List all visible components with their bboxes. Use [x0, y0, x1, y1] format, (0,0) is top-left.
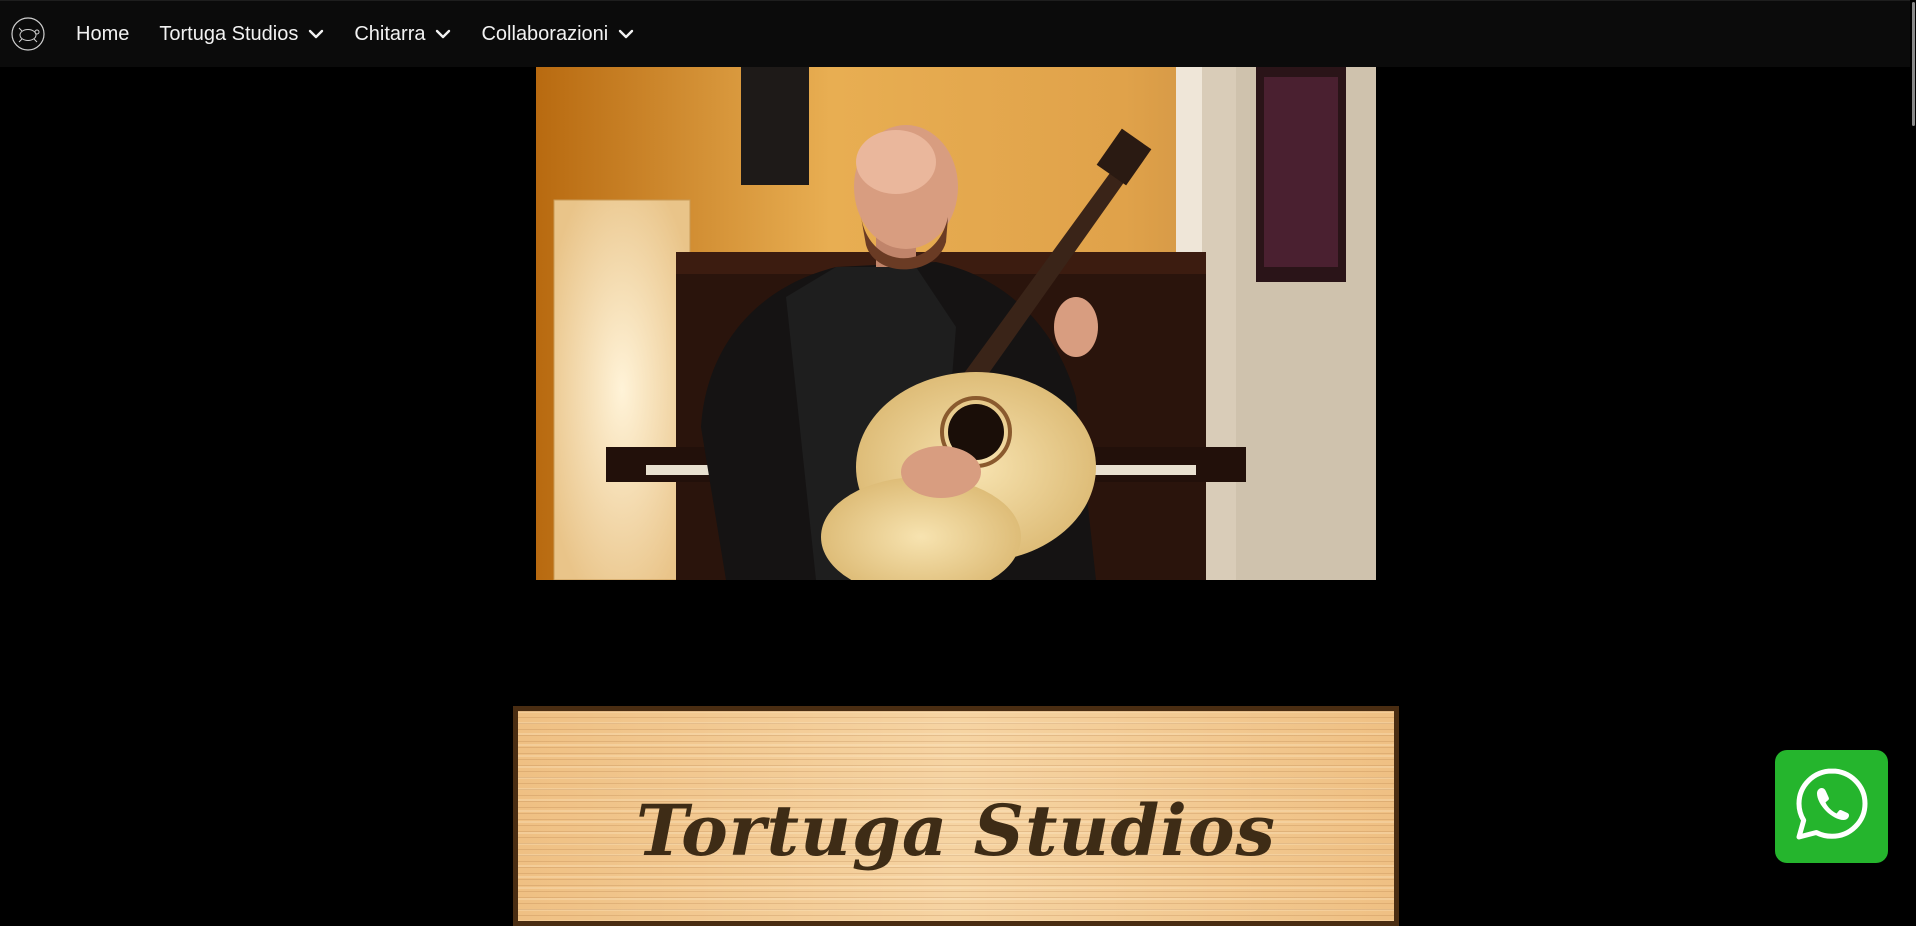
banner-wood-panel: Tortuga Studios — [518, 711, 1394, 921]
guitarist-photo — [536, 67, 1376, 580]
scrollbar-thumb[interactable] — [1912, 2, 1915, 126]
nav-home-label: Home — [76, 22, 130, 45]
chevron-down-icon — [308, 29, 324, 39]
nav-collaborazioni-label: Collaborazioni — [481, 22, 609, 45]
whatsapp-button[interactable] — [1775, 750, 1888, 863]
page-scrollbar[interactable] — [1910, 0, 1916, 912]
top-navbar: Home Tortuga Studios Chitarra Collaboraz… — [0, 0, 1910, 67]
nav-chitarra-label: Chitarra — [354, 22, 426, 45]
whatsapp-icon — [1794, 766, 1870, 847]
nav-tortuga-studios-label: Tortuga Studios — [159, 22, 299, 45]
tortuga-studios-banner: Tortuga Studios — [513, 706, 1399, 926]
nav-chitarra[interactable]: Chitarra — [354, 23, 451, 46]
banner-title: Tortuga Studios — [636, 789, 1276, 872]
nav-home[interactable]: Home — [76, 23, 129, 46]
chevron-down-icon — [435, 29, 451, 39]
nav-collaborazioni[interactable]: Collaborazioni — [481, 23, 634, 46]
chevron-down-icon — [618, 29, 634, 39]
nav-tortuga-studios[interactable]: Tortuga Studios — [159, 23, 324, 46]
turtle-logo-icon[interactable] — [10, 16, 46, 52]
